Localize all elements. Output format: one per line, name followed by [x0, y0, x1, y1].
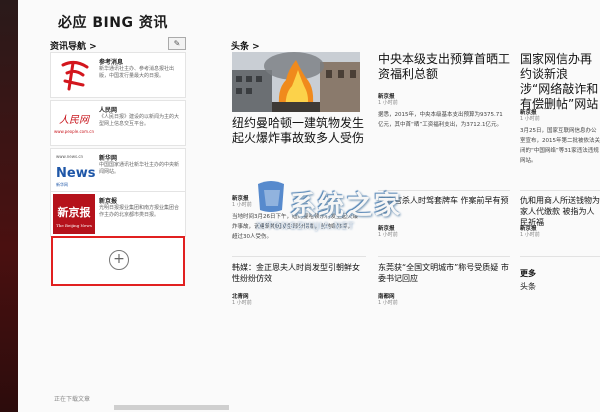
article-title-kim-wife[interactable]: 韩媒：金正恩夫人时尚发型引朝鲜女性纷纷仿效 — [232, 262, 366, 284]
nav-card-desc: 中国国家通讯社新华社主办的中央新闻网站。 — [99, 162, 180, 175]
watermark-url: XITONGZHIJIA.NET — [256, 222, 355, 232]
divider — [520, 256, 600, 257]
hero-article-title[interactable]: 纽约曼哈顿一建筑物发生起火爆炸事故致多人受伤 — [232, 116, 372, 146]
plus-circle-icon: + — [109, 250, 129, 270]
article-title-cac[interactable]: 国家网信办再约谈新浪 涉“网络敲诈和有偿删帖”网站 — [520, 52, 600, 112]
more-section-title[interactable]: 更多 — [520, 268, 536, 279]
nav-card-xinhua[interactable]: www.news.cn News 新华网 新华网 中国国家通讯社新华社主办的中央… — [50, 148, 186, 194]
people-logo-text: 人民网 — [59, 114, 91, 126]
article-time: 1 小时前 — [378, 100, 398, 106]
article-snippet: 据悉，2015年，中央本级基本支出预算为9375.71亿元，其中首“晒”工资福利… — [378, 112, 503, 128]
nav-card-name: 新华网 — [99, 155, 118, 162]
article-time: 1 小时前 — [378, 300, 398, 306]
article-snippet: 3月25日，国家互联网信息办公室宣布，2015年第二批被依法关闭的“中国网络”等… — [520, 128, 600, 164]
article-time: 1 小时前 — [378, 232, 398, 238]
xinjing-logo: 新京报 The Beijing News — [53, 194, 95, 234]
nav-card-xinjing[interactable]: 新京报 The Beijing News 新京报 光明日报报业集团和南方报业集团… — [50, 191, 186, 237]
people-logo: 人民网 www.people.com.cn — [53, 103, 95, 143]
divider — [378, 256, 510, 257]
pencil-icon: ✎ — [173, 39, 181, 48]
add-source-button[interactable]: + — [51, 236, 185, 286]
bing-news-app: 必应 BING 资讯 资讯导航 > ✎ 参考消息 新华通讯社主办、参考消息报社出… — [18, 0, 600, 412]
cankao-logo — [53, 55, 95, 95]
nav-card-people[interactable]: 人民网 www.people.com.cn 人民网 《人民日报》建设的以新闻为主… — [50, 100, 186, 146]
article-title-dongguan[interactable]: 东莞获“全国文明城市”称号受质疑 市委书记回应 — [378, 262, 510, 284]
xinhua-logo: www.news.cn News 新华网 — [53, 151, 95, 191]
hero-article-time: 1 小时前 — [232, 202, 252, 208]
nav-card-name: 参考消息 — [99, 59, 124, 66]
watermark-title: 系统之家 — [290, 191, 403, 221]
horizontal-scrollbar[interactable] — [114, 405, 229, 410]
xinhua-logo-sub: 新华网 — [56, 181, 68, 187]
xinjing-logo-text: 新京报 — [58, 205, 92, 219]
headlines-section-header[interactable]: 头条 > — [231, 39, 260, 52]
article-time: 1 小时前 — [232, 300, 252, 306]
nav-card-desc: 《人民日报》建设的以新闻为主的大型网上信息交互平台。 — [99, 114, 180, 127]
people-logo-sub: www.people.com.cn — [54, 129, 95, 134]
windows-logo-icon — [258, 181, 284, 212]
nav-card-name: 新京报 — [99, 198, 118, 205]
more-section-item[interactable]: 头条 — [520, 281, 536, 292]
divider — [520, 190, 600, 191]
article-time: 1 小时前 — [520, 116, 540, 122]
xinhua-logo-top: www.news.cn — [56, 154, 84, 159]
divider — [232, 256, 366, 257]
nav-card-name: 人民网 — [99, 107, 118, 114]
app-title: 必应 BING 资讯 — [58, 15, 168, 31]
download-status: 正在下载文章 — [54, 396, 91, 403]
article-title-budget[interactable]: 中央本级支出预算首晒工资福利总额 — [378, 52, 510, 82]
hero-image-fire[interactable] — [232, 52, 360, 112]
nav-card-desc: 光明日报报业集团和南方报业集团合作主办的北京都市类日报。 — [99, 205, 180, 218]
xinjing-logo-sub: The Beijing News — [56, 223, 92, 228]
article-time: 1 小时前 — [520, 232, 540, 238]
nav-card-cankao[interactable]: 参考消息 新华通讯社主办、参考消息报社出版，中国发行量最大的日报。 — [50, 52, 186, 98]
nav-card-desc: 新华通讯社主办、参考消息报社出版，中国发行量最大的日报。 — [99, 66, 175, 79]
nav-section-header[interactable]: 资讯导航 > — [50, 39, 97, 52]
xinhua-logo-text: News — [56, 166, 95, 181]
desktop-edge — [0, 0, 18, 412]
edit-nav-button[interactable]: ✎ — [168, 37, 186, 50]
